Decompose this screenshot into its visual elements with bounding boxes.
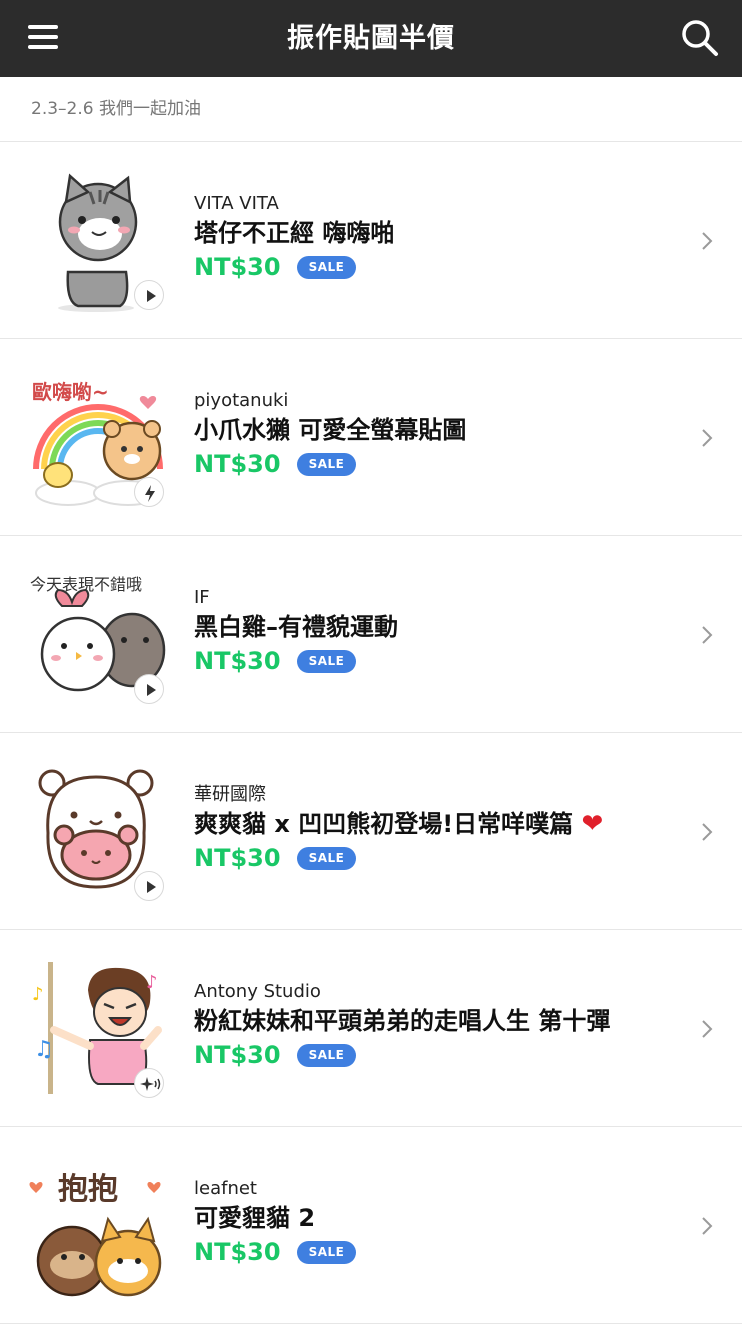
sticker-title: 黑白雞–有禮貌運動 xyxy=(194,613,398,641)
sticker-info: Antony Studio 粉紅妹妹和平頭弟弟的走唱人生 第十彈 NT$30 S… xyxy=(194,980,682,1072)
sticker-list-item[interactable]: VITA VITA 塔仔不正經 嗨嗨啪 NT$30 SALE xyxy=(0,142,742,339)
sticker-author: VITA VITA xyxy=(194,193,279,214)
sale-badge: SALE xyxy=(296,452,357,476)
sticker-list-item[interactable]: 今天表現不錯哦 IF 黑白雞–有禮貌運動 NT$30 SALE xyxy=(0,536,742,733)
sticker-author: leafnet xyxy=(194,1178,257,1199)
chevron-right-icon xyxy=(702,823,713,841)
sticker-list-item[interactable]: ♪ ♫ ♪ Antony Studio 粉紅妹妹和平頭弟弟的走唱人生 第十彈 N… xyxy=(0,930,742,1127)
sticker-thumbnail-chickens: 今天表現不錯哦 xyxy=(28,566,168,706)
sticker-info: IF 黑白雞–有禮貌運動 NT$30 SALE xyxy=(194,586,682,678)
sticker-thumbnail-bear-cat xyxy=(28,763,168,903)
sticker-title: 爽爽貓 x 凹凹熊初登場!日常咩噗篇 ❤ xyxy=(194,807,682,841)
sticker-price: NT$30 xyxy=(194,450,281,478)
sticker-thumbnail-pink-girl: ♪ ♫ ♪ xyxy=(28,960,168,1100)
sticker-price: NT$30 xyxy=(194,647,281,675)
sound-effect-icon xyxy=(134,1068,164,1098)
price-row: NT$30 SALE xyxy=(194,250,682,284)
sticker-price: NT$30 xyxy=(194,253,281,281)
sale-badge: SALE xyxy=(296,649,357,673)
play-icon xyxy=(134,871,164,901)
sticker-author: piyotanuki xyxy=(194,390,289,411)
sticker-info: leafnet 可愛貍貓 2 NT$30 SALE xyxy=(194,1177,682,1269)
price-row: NT$30 SALE xyxy=(194,1235,682,1269)
svg-text:♪: ♪ xyxy=(146,972,158,993)
sticker-price: NT$30 xyxy=(194,844,281,872)
heart-emoji: ❤ xyxy=(581,809,604,839)
sticker-title: 粉紅妹妹和平頭弟弟的走唱人生 第十彈 xyxy=(194,1007,611,1035)
price-row: NT$30 SALE xyxy=(194,1038,682,1072)
sticker-info: piyotanuki 小爪水獺 可愛全螢幕貼圖 NT$30 SALE xyxy=(194,389,682,481)
chevron-right-icon xyxy=(702,429,713,447)
chevron-right-icon xyxy=(702,232,713,250)
sticker-title: 小爪水獺 可愛全螢幕貼圖 xyxy=(194,416,467,444)
sale-badge: SALE xyxy=(296,1043,357,1067)
sticker-thumbnail-raccoons: 抱抱 xyxy=(28,1157,168,1297)
sticker-author: Antony Studio xyxy=(194,981,321,1002)
price-row: NT$30 SALE xyxy=(194,644,682,678)
sticker-price: NT$30 xyxy=(194,1238,281,1266)
sale-badge: SALE xyxy=(296,1240,357,1264)
promo-subtitle: 2.3–2.6 我們一起加油 xyxy=(0,77,742,142)
sale-badge: SALE xyxy=(296,846,357,870)
sticker-caption: 歐嗨喲~ xyxy=(32,380,109,404)
sticker-price: NT$30 xyxy=(194,1041,281,1069)
sticker-caption: 抱抱 xyxy=(58,1172,118,1207)
sticker-thumbnail-cat xyxy=(28,172,168,312)
sticker-title-text: 爽爽貓 x 凹凹熊初登場!日常咩噗篇 xyxy=(194,810,574,838)
sticker-title: 可愛貍貓 2 xyxy=(194,1204,316,1232)
top-bar: 振作貼圖半價 xyxy=(0,0,742,77)
sticker-info: 華研國際 爽爽貓 x 凹凹熊初登場!日常咩噗篇 ❤ NT$30 SALE xyxy=(194,783,682,875)
sale-badge: SALE xyxy=(296,255,357,279)
play-icon xyxy=(134,280,164,310)
sticker-list-item[interactable]: 抱抱 leafnet 可愛貍貓 2 NT$30 SALE xyxy=(0,1127,742,1324)
sticker-author: 華研國際 xyxy=(194,784,266,805)
sticker-list-item[interactable]: 華研國際 爽爽貓 x 凹凹熊初登場!日常咩噗篇 ❤ NT$30 SALE xyxy=(0,733,742,930)
price-row: NT$30 SALE xyxy=(194,447,682,481)
sticker-info: VITA VITA 塔仔不正經 嗨嗨啪 NT$30 SALE xyxy=(194,192,682,284)
lightning-icon xyxy=(134,477,164,507)
chevron-right-icon xyxy=(702,1217,713,1235)
sticker-list-item[interactable]: 歐嗨喲~ piyotanuki 小爪水獺 可愛全螢幕貼圖 NT$30 SALE xyxy=(0,339,742,536)
play-icon xyxy=(134,674,164,704)
chevron-right-icon xyxy=(702,626,713,644)
search-icon[interactable] xyxy=(680,18,720,58)
sticker-list: VITA VITA 塔仔不正經 嗨嗨啪 NT$30 SALE 歐嗨喲~ piyo… xyxy=(0,142,742,1324)
sticker-thumbnail-otter: 歐嗨喲~ xyxy=(28,369,168,509)
chevron-right-icon xyxy=(702,1020,713,1038)
svg-text:♫: ♫ xyxy=(34,1037,54,1062)
price-row: NT$30 SALE xyxy=(194,841,682,875)
page-title: 振作貼圖半價 xyxy=(287,23,455,54)
sticker-author: IF xyxy=(194,587,210,608)
svg-text:♪: ♪ xyxy=(32,984,44,1005)
sticker-title: 塔仔不正經 嗨嗨啪 xyxy=(194,219,395,247)
